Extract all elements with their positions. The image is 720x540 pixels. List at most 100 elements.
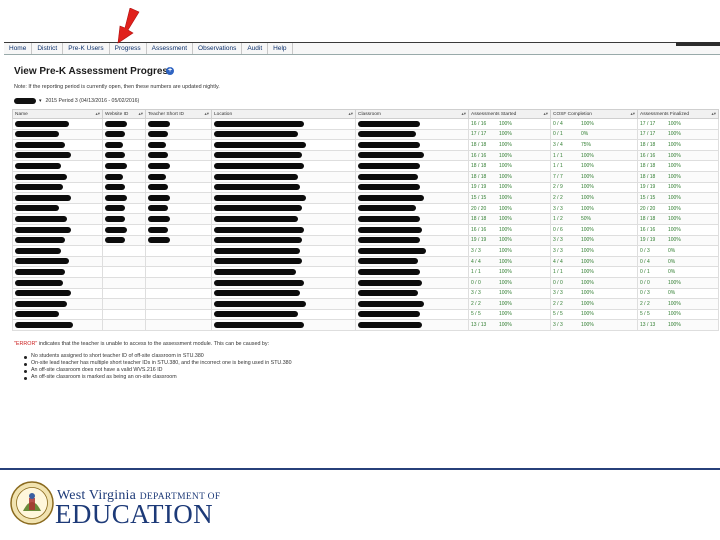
cosf-count: 2 / 9 [553, 184, 563, 191]
cell-cosf: 1 / 1 100% [550, 160, 638, 172]
table-row[interactable]: 20 / 20 100% 3 / 3 100% 20 / 20 100% [12, 202, 719, 215]
cell-cosf: 1 / 1 100% [550, 149, 638, 162]
nav-assessment[interactable]: Assessment [147, 43, 194, 54]
table-row[interactable]: 2 / 2 100% 2 / 2 100% 2 / 2 100% [12, 298, 719, 310]
table-cell [211, 170, 356, 183]
cell-started: 13 / 13 100% [468, 319, 551, 331]
redacted-classroom [358, 141, 420, 148]
redacted-classroom [358, 163, 420, 169]
nav-audit[interactable]: Audit [242, 43, 269, 54]
table-row[interactable]: 13 / 13 100% 3 / 3 100% 13 / 13 100% [12, 319, 719, 331]
cell-finalized: 18 / 18 100% [637, 170, 719, 183]
period-select[interactable]: 2015 Period 3 (04/13/2016 - 05/02/2016) [46, 98, 140, 104]
finalized-count: 18 / 18 [640, 141, 656, 148]
sort-icon[interactable]: ▴▾ [630, 111, 635, 117]
redacted-location [214, 226, 304, 233]
redacted-district [14, 98, 36, 104]
col-location[interactable]: Location ▴▾ [211, 109, 356, 119]
sort-icon[interactable]: ▴▾ [138, 111, 143, 117]
table-row[interactable]: 18 / 18 100% 1 / 2 50% 18 / 18 100% [12, 213, 719, 225]
nav-prek-users[interactable]: Pre-K Users [63, 43, 110, 54]
table-cell [102, 245, 146, 257]
table-row[interactable]: 16 / 16 100% 0 / 4 100% 17 / 17 100% [12, 118, 719, 130]
redacted-location [214, 268, 296, 275]
table-cell [102, 319, 146, 331]
table-row[interactable]: 3 / 3 100% 3 / 3 100% 0 / 3 0% [12, 287, 719, 300]
finalized-count: 0 / 4 [640, 258, 650, 265]
table-row[interactable]: 4 / 4 100% 4 / 4 100% 0 / 4 0% [12, 255, 719, 268]
table-cell [211, 128, 356, 141]
table-row[interactable]: 16 / 16 100% 0 / 6 100% 16 / 16 100% [12, 223, 719, 236]
sort-icon[interactable]: ▴▾ [95, 111, 100, 117]
table-row[interactable]: 1 / 1 100% 1 / 1 100% 0 / 1 0% [12, 266, 719, 278]
sort-icon[interactable]: ▴▾ [204, 111, 209, 117]
table-row[interactable]: 3 / 3 100% 3 / 3 100% 0 / 3 0% [12, 245, 719, 257]
table-cell [211, 213, 356, 225]
col-website-id[interactable]: Website ID ▴▾ [102, 109, 146, 119]
col-teacher-short-id[interactable]: Teacher Short ID ▴▾ [145, 109, 212, 119]
redacted-classroom [358, 215, 420, 222]
sort-icon[interactable]: ▴▾ [543, 111, 548, 117]
table-row[interactable]: 18 / 18 100% 1 / 1 100% 18 / 18 100% [12, 160, 719, 172]
finalized-percent: 100% [668, 141, 681, 148]
sort-icon[interactable]: ▴▾ [348, 111, 353, 117]
table-row[interactable]: 18 / 18 100% 7 / 7 100% 18 / 18 100% [12, 170, 719, 183]
cell-finalized: 5 / 5 100% [637, 308, 719, 321]
cell-started: 5 / 5 100% [468, 308, 551, 321]
table-cell [211, 192, 356, 204]
nav-progress[interactable]: Progress [110, 43, 147, 54]
finalized-percent: 100% [668, 194, 681, 201]
cell-cosf: 0 / 0 100% [550, 276, 638, 289]
nav-home[interactable]: Home [4, 43, 33, 54]
table-header-row: Name ▴▾ Website ID ▴▾ Teacher Short ID ▴▾ L… [12, 109, 719, 119]
started-percent: 100% [499, 141, 512, 148]
col-classroom[interactable]: Classroom ▴▾ [355, 109, 469, 119]
cell-started: 16 / 16 100% [468, 223, 551, 236]
table-cell [102, 181, 146, 194]
sort-icon[interactable]: ▴▾ [711, 111, 716, 117]
nav-spacer [293, 43, 720, 54]
table-cell [12, 170, 103, 183]
table-cell [355, 319, 469, 331]
table-cell [355, 149, 469, 162]
table-row[interactable]: 17 / 17 100% 0 / 1 0% 17 / 17 100% [12, 128, 719, 141]
table-cell [102, 276, 146, 289]
finalized-count: 0 / 3 [640, 247, 650, 254]
table-row[interactable]: 16 / 16 100% 1 / 1 100% 16 / 16 100% [12, 149, 719, 162]
table-row[interactable]: 0 / 0 100% 0 / 0 100% 0 / 0 100% [12, 276, 719, 289]
add-icon[interactable]: + [166, 67, 174, 75]
redacted-classroom [358, 321, 422, 328]
cell-finalized: 13 / 13 100% [637, 319, 719, 331]
finalized-percent: 0% [668, 247, 676, 254]
redacted-website-id [105, 184, 125, 191]
redacted-classroom [358, 120, 420, 127]
cell-finalized: 19 / 19 100% [637, 181, 719, 194]
table-row[interactable]: 18 / 18 100% 3 / 4 75% 18 / 18 100% [12, 139, 719, 151]
table-row[interactable]: 19 / 19 100% 3 / 3 100% 19 / 19 100% [12, 234, 719, 247]
table-row[interactable]: 19 / 19 100% 2 / 9 100% 19 / 19 100% [12, 181, 719, 194]
redacted-classroom [358, 152, 424, 159]
sort-icon[interactable]: ▴▾ [461, 111, 466, 117]
col-label: Teacher Short ID [148, 111, 184, 117]
col-assessments-finalized[interactable]: Assessments Finalized ▴▾ [637, 109, 719, 119]
redacted-location [214, 300, 306, 307]
col-name[interactable]: Name ▴▾ [12, 109, 103, 119]
col-assessments-started[interactable]: Assessments Started ▴▾ [468, 109, 551, 119]
col-cosf-completion[interactable]: COSF Completion ▴▾ [550, 109, 638, 119]
table-row[interactable]: 15 / 15 100% 2 / 2 100% 15 / 15 100% [12, 192, 719, 204]
table-row[interactable]: 5 / 5 100% 5 / 5 100% 5 / 5 100% [12, 308, 719, 321]
cell-started: 19 / 19 100% [468, 181, 551, 194]
table-cell [355, 181, 469, 194]
nav-observations[interactable]: Observations [193, 43, 243, 54]
table-cell [12, 234, 103, 247]
chevron-down-icon[interactable]: ▾ [39, 98, 42, 104]
nav-district[interactable]: District [32, 43, 64, 54]
top-navigation: Home District Pre-K Users Progress Asses… [4, 42, 720, 55]
finalized-count: 13 / 13 [640, 322, 656, 329]
cosf-percent: 100% [581, 226, 594, 233]
started-percent: 100% [499, 269, 512, 276]
nav-help[interactable]: Help [268, 43, 293, 54]
period-selector[interactable]: ▾ 2015 Period 3 (04/13/2016 - 05/02/2016… [14, 97, 139, 105]
finalized-percent: 100% [668, 226, 681, 233]
table-cell [145, 170, 212, 183]
